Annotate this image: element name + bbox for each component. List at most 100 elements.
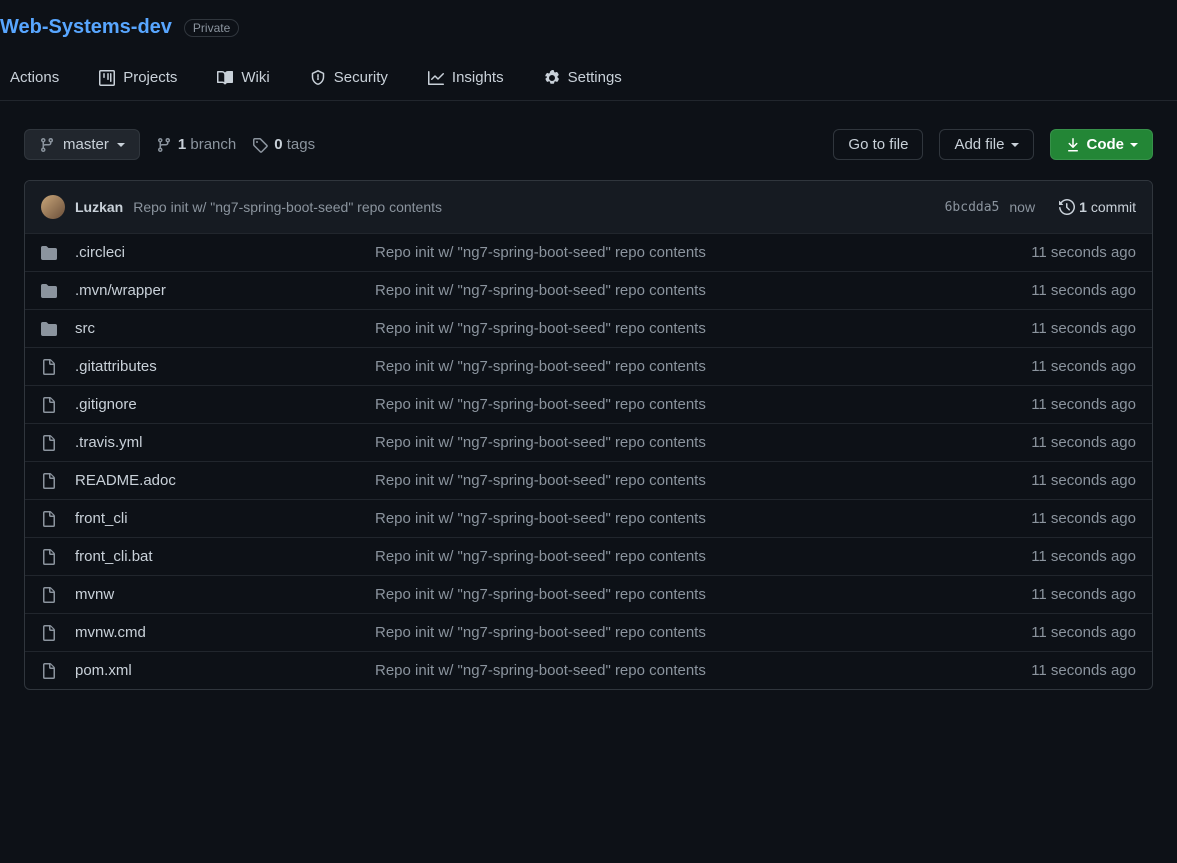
- project-icon: [99, 70, 115, 86]
- file-time: 11 seconds ago: [1031, 662, 1136, 679]
- file-icon: [41, 549, 61, 565]
- tab-label: Security: [334, 69, 388, 86]
- branch-name: master: [63, 136, 109, 153]
- file-time: 11 seconds ago: [1031, 434, 1136, 451]
- file-time: 11 seconds ago: [1031, 320, 1136, 337]
- file-name-link[interactable]: mvnw.cmd: [75, 624, 146, 641]
- file-name-link[interactable]: .travis.yml: [75, 434, 143, 451]
- tab-wiki[interactable]: Wiki: [207, 59, 279, 100]
- file-row: mvnw.cmd Repo init w/ "ng7-spring-boot-se…: [25, 613, 1152, 651]
- file-name-link[interactable]: .gitignore: [75, 396, 137, 413]
- file-commit-message[interactable]: Repo init w/ "ng7-spring-boot-seed" repo…: [375, 244, 1031, 261]
- tab-settings[interactable]: Settings: [534, 59, 632, 100]
- file-row: front_cli.bat Repo init w/ "ng7-spring-bo…: [25, 537, 1152, 575]
- file-row: README.adoc Repo init w/ "ng7-spring-boot…: [25, 461, 1152, 499]
- tab-projects[interactable]: Projects: [89, 59, 187, 100]
- file-row: pom.xml Repo init w/ "ng7-spring-boot-see…: [25, 651, 1152, 689]
- file-name-link[interactable]: .mvn/wrapper: [75, 282, 166, 299]
- file-name-link[interactable]: front_cli: [75, 510, 128, 527]
- file-commit-message[interactable]: Repo init w/ "ng7-spring-boot-seed" repo…: [375, 548, 1031, 565]
- tab-label: Insights: [452, 69, 504, 86]
- branch-icon: [39, 137, 55, 153]
- folder-icon: [41, 283, 61, 299]
- caret-down-icon: [1011, 143, 1019, 147]
- commit-message[interactable]: Repo init w/ "ng7-spring-boot-seed" repo…: [133, 199, 442, 215]
- tab-label: Settings: [568, 69, 622, 86]
- file-icon: [41, 359, 61, 375]
- gear-icon: [544, 70, 560, 86]
- file-name-link[interactable]: .circleci: [75, 244, 125, 261]
- file-icon: [41, 587, 61, 603]
- file-row: front_cli Repo init w/ "ng7-spring-boot-s…: [25, 499, 1152, 537]
- file-time: 11 seconds ago: [1031, 510, 1136, 527]
- book-icon: [217, 70, 233, 86]
- branch-icon: [156, 137, 172, 153]
- folder-icon: [41, 321, 61, 337]
- graph-icon: [428, 70, 444, 86]
- file-time: 11 seconds ago: [1031, 586, 1136, 603]
- download-icon: [1065, 137, 1081, 153]
- file-commit-message[interactable]: Repo init w/ "ng7-spring-boot-seed" repo…: [375, 472, 1031, 489]
- file-row: .gitignore Repo init w/ "ng7-spring-boot-…: [25, 385, 1152, 423]
- history-icon: [1059, 199, 1075, 215]
- file-time: 11 seconds ago: [1031, 624, 1136, 641]
- file-commit-message[interactable]: Repo init w/ "ng7-spring-boot-seed" repo…: [375, 358, 1031, 375]
- file-name-link[interactable]: README.adoc: [75, 472, 176, 489]
- file-commit-message[interactable]: Repo init w/ "ng7-spring-boot-seed" repo…: [375, 662, 1031, 679]
- file-commit-message[interactable]: Repo init w/ "ng7-spring-boot-seed" repo…: [375, 624, 1031, 641]
- commit-time: now: [1009, 199, 1035, 215]
- repo-name[interactable]: Web-Systems-dev: [0, 16, 172, 39]
- file-icon: [41, 663, 61, 679]
- file-row: .gitattributes Repo init w/ "ng7-spring-b…: [25, 347, 1152, 385]
- add-file-button[interactable]: Add file: [939, 129, 1033, 160]
- file-commit-message[interactable]: Repo init w/ "ng7-spring-boot-seed" repo…: [375, 510, 1031, 527]
- commit-author[interactable]: Luzkan: [75, 199, 123, 215]
- file-commit-message[interactable]: Repo init w/ "ng7-spring-boot-seed" repo…: [375, 396, 1031, 413]
- folder-icon: [41, 245, 61, 261]
- file-commit-message[interactable]: Repo init w/ "ng7-spring-boot-seed" repo…: [375, 282, 1031, 299]
- file-row: .mvn/wrapper Repo init w/ "ng7-spring-boo…: [25, 271, 1152, 309]
- file-row: .travis.yml Repo init w/ "ng7-spring-boot…: [25, 423, 1152, 461]
- file-row: mvnw Repo init w/ "ng7-spring-boot-seed" …: [25, 575, 1152, 613]
- file-row: .circleci Repo init w/ "ng7-spring-boot-s…: [25, 234, 1152, 271]
- file-time: 11 seconds ago: [1031, 282, 1136, 299]
- file-icon: [41, 435, 61, 451]
- tags-link[interactable]: 0 tags: [252, 136, 315, 153]
- file-name-link[interactable]: src: [75, 320, 95, 337]
- branch-selector[interactable]: master: [24, 129, 140, 160]
- file-commit-message[interactable]: Repo init w/ "ng7-spring-boot-seed" repo…: [375, 586, 1031, 603]
- tab-label: Projects: [123, 69, 177, 86]
- file-commit-message[interactable]: Repo init w/ "ng7-spring-boot-seed" repo…: [375, 320, 1031, 337]
- caret-down-icon: [1130, 143, 1138, 147]
- file-name-link[interactable]: mvnw: [75, 586, 114, 603]
- file-icon: [41, 625, 61, 641]
- repo-tabs: Actions Projects Wiki Security Insights …: [0, 59, 1177, 100]
- tab-actions[interactable]: Actions: [0, 59, 69, 100]
- file-name-link[interactable]: front_cli.bat: [75, 548, 153, 565]
- file-name-link[interactable]: pom.xml: [75, 662, 132, 679]
- file-icon: [41, 473, 61, 489]
- code-button[interactable]: Code: [1050, 129, 1154, 160]
- privacy-badge: Private: [184, 19, 239, 37]
- tag-icon: [252, 137, 268, 153]
- goto-file-button[interactable]: Go to file: [833, 129, 923, 160]
- caret-down-icon: [117, 143, 125, 147]
- file-time: 11 seconds ago: [1031, 244, 1136, 261]
- file-commit-message[interactable]: Repo init w/ "ng7-spring-boot-seed" repo…: [375, 434, 1031, 451]
- commits-link[interactable]: 1 commit: [1059, 199, 1136, 215]
- file-time: 11 seconds ago: [1031, 358, 1136, 375]
- latest-commit-bar: Luzkan Repo init w/ "ng7-spring-boot-see…: [25, 181, 1152, 234]
- commit-sha[interactable]: 6bcdda5: [945, 200, 1000, 215]
- file-icon: [41, 511, 61, 527]
- tab-security[interactable]: Security: [300, 59, 398, 100]
- avatar[interactable]: [41, 195, 65, 219]
- branches-link[interactable]: 1 branch: [156, 136, 236, 153]
- file-name-link[interactable]: .gitattributes: [75, 358, 157, 375]
- file-icon: [41, 397, 61, 413]
- file-row: src Repo init w/ "ng7-spring-boot-seed" r…: [25, 309, 1152, 347]
- shield-icon: [310, 70, 326, 86]
- tab-insights[interactable]: Insights: [418, 59, 514, 100]
- tab-label: Actions: [10, 69, 59, 86]
- file-listing: Luzkan Repo init w/ "ng7-spring-boot-see…: [24, 180, 1153, 690]
- file-time: 11 seconds ago: [1031, 472, 1136, 489]
